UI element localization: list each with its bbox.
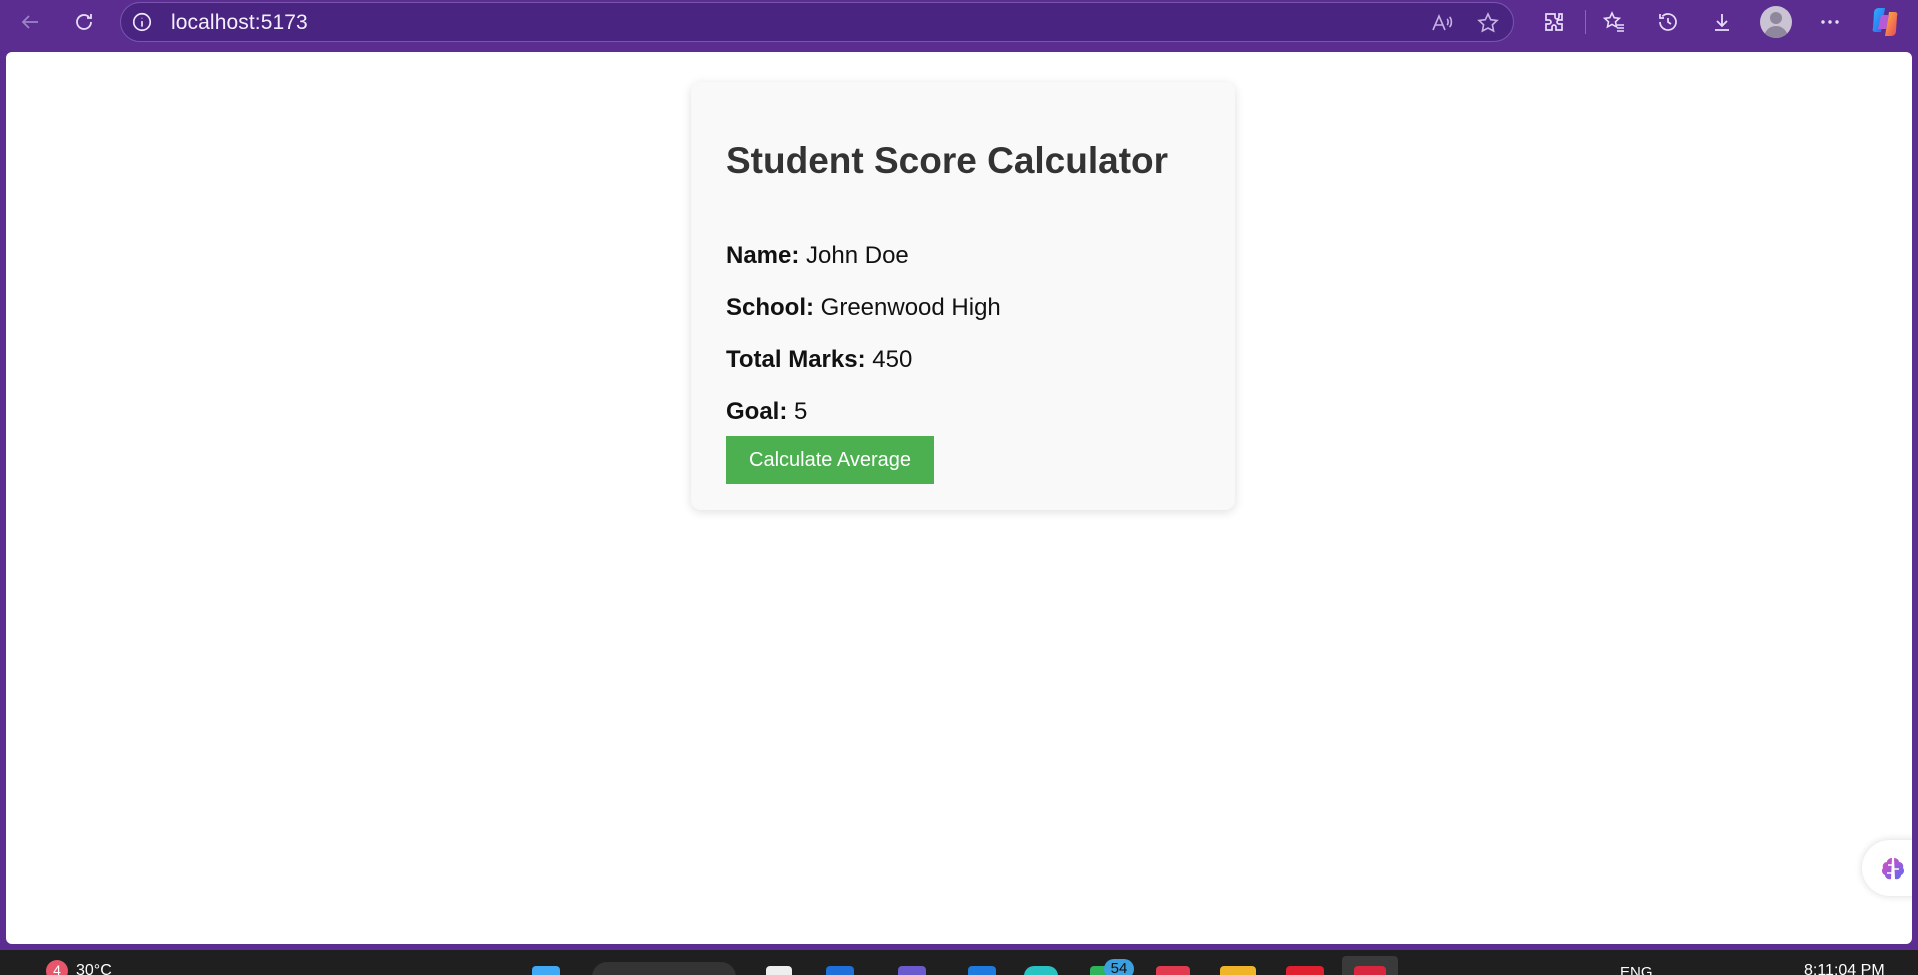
total-marks-label: Total Marks: — [726, 346, 866, 373]
copilot-icon[interactable] — [1868, 5, 1902, 39]
site-info-icon[interactable] — [131, 11, 153, 33]
toolbar-separator — [1585, 10, 1586, 34]
taskbar-app-icon[interactable] — [1286, 966, 1324, 975]
back-arrow-icon[interactable] — [14, 6, 46, 38]
download-icon[interactable] — [1706, 6, 1738, 38]
goal-row: Goal: 5 — [726, 398, 807, 426]
address-bar[interactable]: localhost:5173 — [120, 2, 1514, 42]
history-icon[interactable] — [1652, 6, 1684, 38]
score-calculator-card: Student Score Calculator Name: John Doe … — [691, 82, 1235, 510]
language-indicator[interactable]: ENG — [1620, 964, 1653, 975]
taskbar-app-icon[interactable] — [1156, 966, 1190, 975]
notification-badge: 54 — [1104, 959, 1134, 975]
clock[interactable]: 8:11:04 PM — [1804, 962, 1885, 975]
taskbar-active-app[interactable] — [1342, 956, 1398, 975]
more-icon[interactable] — [1814, 6, 1846, 38]
os-taskbar: 4 30°C 54 ENG 8:11:04 PM — [0, 950, 1918, 975]
read-aloud-icon[interactable] — [1427, 8, 1457, 38]
school-label: School: — [726, 294, 814, 321]
calculate-average-button[interactable]: Calculate Average — [726, 436, 934, 484]
name-label: Name: — [726, 242, 800, 269]
weather-temperature[interactable]: 30°C — [76, 962, 112, 975]
taskbar-app-icon[interactable] — [968, 966, 996, 975]
favorites-icon[interactable] — [1598, 6, 1630, 38]
page-title: Student Score Calculator — [726, 140, 1169, 181]
star-icon[interactable] — [1473, 8, 1503, 38]
school-value: Greenwood High — [820, 294, 1001, 321]
refresh-icon[interactable] — [68, 6, 100, 38]
goal-label: Goal: — [726, 398, 788, 425]
school-row: School: Greenwood High — [726, 294, 1001, 322]
browser-toolbar: localhost:5173 — [0, 0, 1918, 44]
name-row: Name: John Doe — [726, 242, 909, 270]
taskbar-app-icon[interactable] — [898, 966, 926, 975]
weather-badge: 4 — [46, 960, 68, 975]
extensions-icon[interactable] — [1538, 6, 1570, 38]
brain-icon — [1881, 858, 1905, 880]
taskbar-search[interactable] — [592, 962, 736, 975]
total-marks-row: Total Marks: 450 — [726, 346, 912, 374]
taskbar-app-icon[interactable] — [766, 966, 792, 975]
folder-icon[interactable] — [1220, 966, 1256, 975]
name-value: John Doe — [806, 242, 909, 269]
start-icon[interactable] — [532, 966, 560, 975]
profile-avatar[interactable] — [1760, 6, 1792, 38]
page-viewport: Student Score Calculator Name: John Doe … — [6, 52, 1912, 944]
goal-value: 5 — [794, 398, 808, 425]
url-text[interactable]: localhost:5173 — [171, 11, 308, 35]
copilot-sidebar-button[interactable] — [1862, 840, 1912, 896]
taskbar-app-icon[interactable] — [826, 966, 854, 975]
taskbar-app-icon[interactable] — [1024, 966, 1058, 975]
total-marks-value: 450 — [872, 346, 913, 373]
